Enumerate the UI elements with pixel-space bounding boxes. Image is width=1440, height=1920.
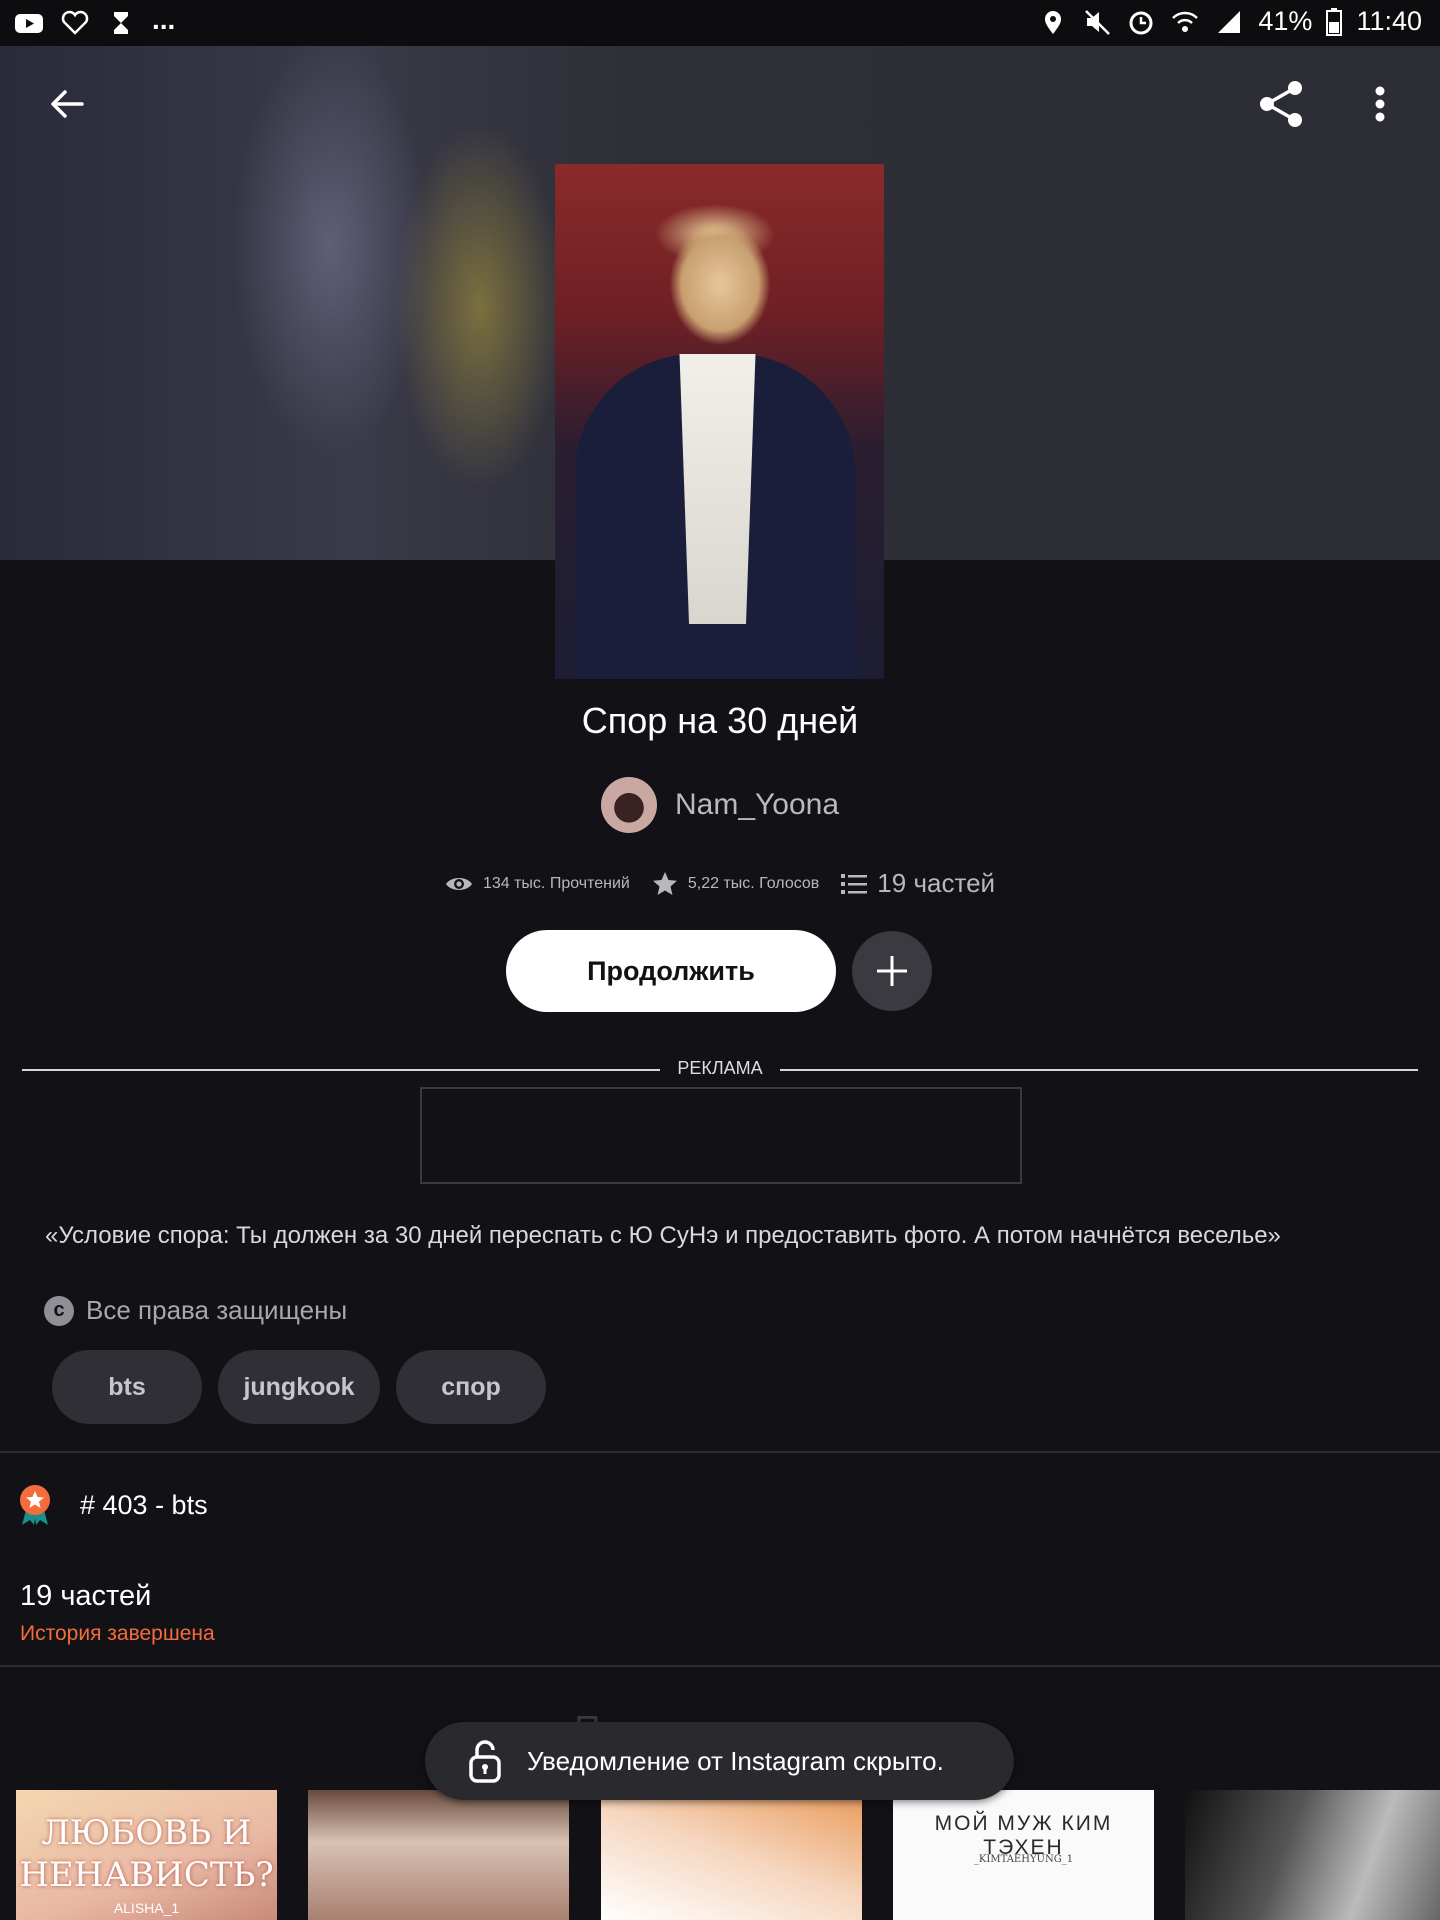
tag-chip[interactable]: jungkook bbox=[218, 1350, 380, 1424]
list-icon bbox=[841, 873, 868, 894]
author-row[interactable]: Nam_Yoona bbox=[0, 777, 1440, 833]
author-name[interactable]: Nam_Yoona bbox=[675, 788, 839, 822]
parts-stat: 19 частей bbox=[841, 868, 995, 899]
ad-label: РЕКЛАМА bbox=[677, 1058, 763, 1078]
reads-count: 134 тыс. Прочтений bbox=[482, 874, 630, 892]
tag-chip[interactable]: спор bbox=[396, 1350, 546, 1424]
avatar[interactable] bbox=[600, 777, 657, 833]
copyright-row: c Все права защищены bbox=[44, 1295, 347, 1326]
ad-slot[interactable] bbox=[420, 1087, 1022, 1184]
votes-count: 5,22 тыс. Голосов bbox=[687, 874, 820, 892]
ad-divider-right bbox=[780, 1069, 1418, 1071]
unlock-icon bbox=[469, 1740, 501, 1783]
toast-text: Уведомление от Instagram скрыто. bbox=[527, 1745, 944, 1776]
parts-section-title[interactable]: 19 частей bbox=[20, 1580, 151, 1613]
location-icon bbox=[1045, 10, 1062, 34]
parts-count: 19 частей bbox=[877, 868, 996, 898]
votes-stat: 5,22 тыс. Голосов bbox=[652, 871, 819, 897]
completion-status: История завершена bbox=[20, 1622, 215, 1645]
back-arrow-icon bbox=[51, 90, 84, 118]
heart-icon bbox=[61, 10, 89, 35]
status-left-icons: ... bbox=[14, 4, 175, 38]
similar-story-cover[interactable]: МОЙ МУЖ КИМ ТЭХЕН _KIMTAEHYUNG_1 bbox=[893, 1790, 1154, 1920]
stats-row: 134 тыс. Прочтений 5,22 тыс. Голосов 19 … bbox=[0, 868, 1440, 899]
story-description: «Условие спора: Ты должен за 30 дней пер… bbox=[45, 1222, 1281, 1249]
signal-icon bbox=[1218, 10, 1241, 33]
more-options-button[interactable] bbox=[1350, 74, 1410, 134]
more-vertical-icon bbox=[1375, 86, 1385, 122]
hourglass-icon bbox=[114, 12, 128, 34]
youtube-icon bbox=[15, 14, 43, 33]
cover-title: МОЙ МУЖ КИМ ТЭХЕН bbox=[934, 1812, 1113, 1859]
status-bar: ... 41% 11:40 bbox=[0, 0, 1440, 46]
copyright-text: Все права защищены bbox=[86, 1295, 348, 1325]
similar-story-cover[interactable] bbox=[601, 1790, 862, 1920]
notification-toast: Уведомление от Instagram скрыто. bbox=[425, 1722, 1014, 1800]
plus-icon bbox=[877, 956, 907, 986]
tag-list: bts jungkook спор bbox=[52, 1350, 546, 1424]
similar-story-cover[interactable] bbox=[308, 1790, 569, 1920]
back-button[interactable] bbox=[37, 74, 97, 134]
continue-reading-button[interactable]: Продолжить bbox=[506, 930, 836, 1012]
clock: 11:40 bbox=[1356, 6, 1422, 36]
section-divider bbox=[0, 1451, 1440, 1453]
battery-percent: 41% bbox=[1258, 6, 1313, 36]
share-icon bbox=[1260, 81, 1302, 127]
star-icon bbox=[652, 871, 677, 895]
book-cover[interactable] bbox=[555, 164, 884, 679]
section-divider bbox=[0, 1665, 1440, 1667]
copyright-icon: c bbox=[44, 1295, 74, 1326]
battery-icon bbox=[1326, 7, 1343, 36]
mute-icon bbox=[1085, 9, 1111, 35]
wifi-icon bbox=[1172, 11, 1199, 32]
rank-row[interactable]: # 403 - bts bbox=[18, 1484, 208, 1526]
more-dots-icon: ... bbox=[152, 4, 176, 35]
cover-author: ALISHA_1 bbox=[113, 1900, 180, 1916]
status-right: 41% 11:40 bbox=[1038, 6, 1422, 37]
ranking-badge-icon bbox=[20, 1485, 50, 1525]
ad-divider-left bbox=[22, 1069, 660, 1071]
rank-text: # 403 - bts bbox=[80, 1489, 208, 1520]
eye-icon bbox=[445, 877, 472, 890]
cover-author: _KIMTAEHYUNG_1 bbox=[973, 1854, 1074, 1865]
similar-story-cover[interactable] bbox=[1185, 1790, 1440, 1920]
add-to-library-button[interactable] bbox=[852, 931, 932, 1011]
alarm-icon bbox=[1129, 11, 1153, 34]
book-title: Спор на 30 дней bbox=[581, 700, 859, 741]
tag-chip[interactable]: bts bbox=[52, 1350, 202, 1424]
cover-title: ЛЮБОВЬ И НЕНАВИСТЬ? bbox=[19, 1813, 274, 1895]
share-button[interactable] bbox=[1252, 74, 1312, 134]
reads-stat: 134 тыс. Прочтений bbox=[445, 874, 630, 894]
similar-story-cover[interactable]: ЛЮБОВЬ И НЕНАВИСТЬ? ALISHA_1 bbox=[16, 1790, 277, 1920]
